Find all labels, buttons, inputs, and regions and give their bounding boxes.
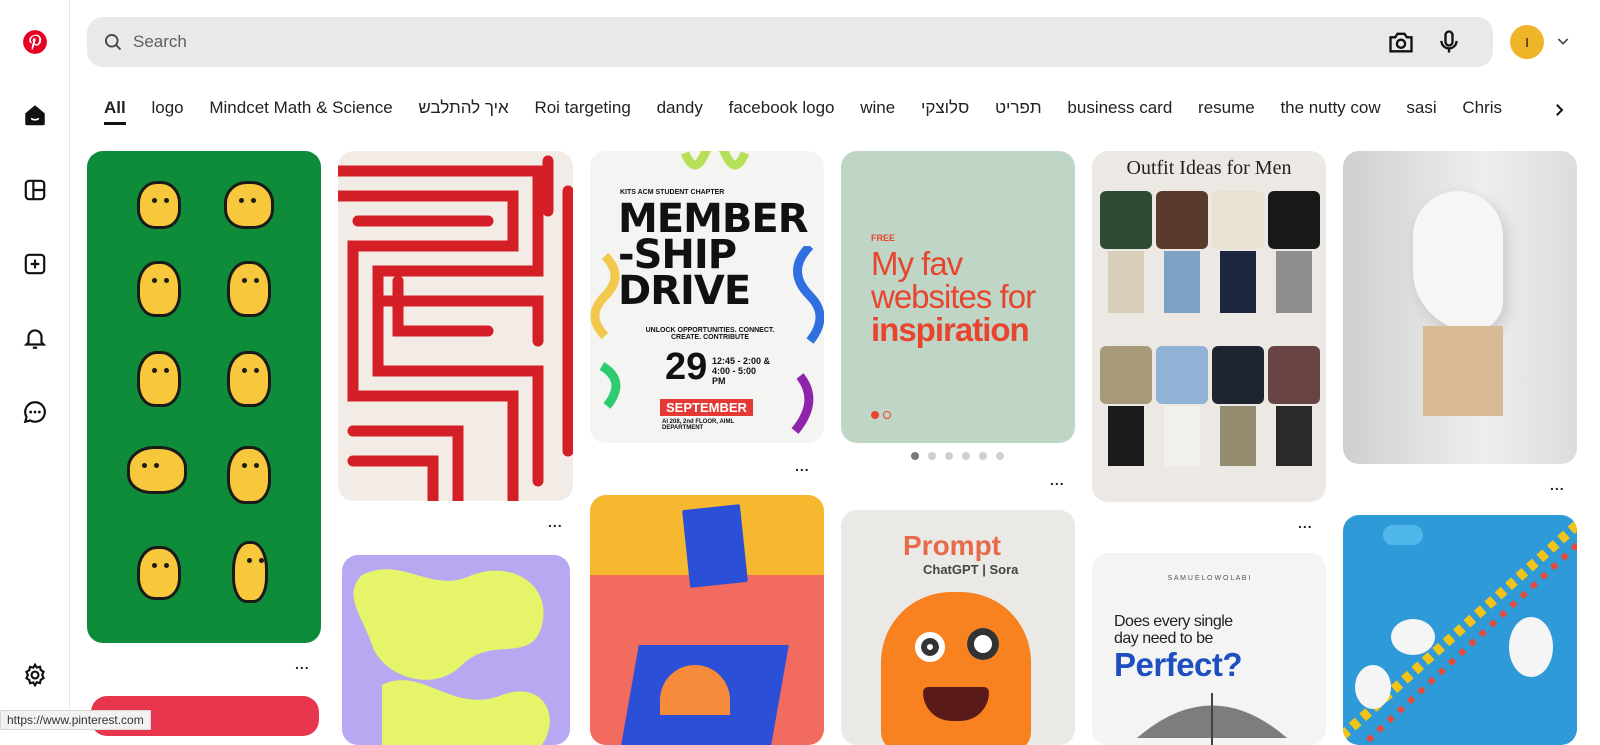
- visual-search-camera-icon[interactable]: [1387, 28, 1415, 61]
- decor-squiggles: [590, 151, 824, 181]
- pin-sticker-characters[interactable]: [87, 151, 321, 643]
- search-bar: [87, 17, 1493, 67]
- explore-icon[interactable]: [13, 168, 57, 212]
- sidebar: [0, 0, 70, 730]
- sticker-figure: [137, 261, 181, 317]
- orange-monster: [881, 592, 1031, 745]
- pin-outfit-ideas[interactable]: Outfit Ideas for Men: [1092, 151, 1326, 502]
- sticker-figure: [227, 351, 271, 407]
- membership-tagline: UNLOCK OPPORTUNITIES. CONNECT. CREATE. C…: [645, 327, 775, 341]
- home-icon[interactable]: [13, 93, 57, 137]
- chip[interactable]: איך להתלבש: [418, 92, 508, 124]
- pin-owl-sculpture[interactable]: [1343, 151, 1577, 464]
- pin-perfect-quote[interactable]: S A M U E L O W O L A B I Does every sin…: [1092, 553, 1326, 745]
- chip[interactable]: resume: [1198, 92, 1255, 124]
- decor-squiggles-left: [590, 252, 621, 409]
- chip[interactable]: Mindcet Math & Science: [209, 92, 392, 124]
- account-avatar[interactable]: I: [1510, 25, 1544, 59]
- status-bar-url: https://www.pinterest.com: [0, 710, 151, 730]
- chapter-label: KITS ACM STUDENT CHAPTER: [620, 189, 725, 196]
- pin-fav-websites[interactable]: FREE My fav websites for inspiration: [841, 151, 1075, 443]
- event-venue: AI 208, 2nd FLOOR, AIML DEPARTMENT: [662, 419, 735, 431]
- settings-gear-icon[interactable]: [13, 653, 57, 697]
- pin-more-options[interactable]: ...: [1550, 477, 1565, 493]
- pin-more-options[interactable]: ...: [795, 458, 810, 474]
- pinterest-logo-icon[interactable]: [13, 20, 57, 64]
- quote-text: Does every single day need to be Perfect…: [1114, 613, 1243, 683]
- event-day: 29: [665, 346, 708, 388]
- pin-swimming-ducks[interactable]: [1343, 515, 1577, 745]
- sticker-figure: [137, 546, 181, 600]
- event-month: SEPTEMBER: [660, 399, 753, 416]
- sticker-figure: [137, 351, 181, 407]
- sticker-figure: [227, 446, 271, 504]
- messages-icon[interactable]: [13, 390, 57, 434]
- chip[interactable]: תפריט: [995, 92, 1042, 124]
- wood-pedestal: [1423, 326, 1503, 416]
- notifications-bell-icon[interactable]: [13, 316, 57, 360]
- sticker-figure: [127, 446, 187, 494]
- pool-illustration: [1343, 521, 1577, 745]
- chevron-right-icon: [1556, 104, 1564, 116]
- chip[interactable]: facebook logo: [729, 92, 835, 124]
- prompt-subtitle: ChatGPT | Sora: [923, 562, 1019, 577]
- chip[interactable]: סלוצקי: [921, 92, 969, 124]
- free-label: FREE: [871, 233, 896, 243]
- chips-next-button[interactable]: [1544, 95, 1574, 125]
- chip[interactable]: logo: [151, 92, 183, 124]
- search-icon: [105, 34, 122, 51]
- pin-red-pattern[interactable]: [338, 151, 573, 501]
- decor-squiggles-right: [791, 246, 824, 434]
- event-time: 12:45 - 2:00 & 4:00 - 5:00 PM: [712, 356, 771, 386]
- chip[interactable]: sasi: [1406, 92, 1436, 124]
- websites-headline: My fav websites for inspiration: [871, 245, 1036, 348]
- carousel-dot-icon: [871, 411, 879, 419]
- voice-search-mic-icon[interactable]: [1435, 28, 1463, 61]
- carousel-dot-icon: [883, 411, 891, 419]
- chip[interactable]: the nutty cow: [1280, 92, 1380, 124]
- chip[interactable]: wine: [860, 92, 895, 124]
- search-input[interactable]: [133, 22, 1493, 62]
- red-line-pattern-art: [338, 155, 573, 501]
- sticker-figure: [232, 541, 268, 603]
- pin-abstract-blob[interactable]: [342, 555, 570, 745]
- owl-sculpture: [1413, 191, 1503, 331]
- sticker-figure: [227, 261, 271, 317]
- yellow-blob-art: [353, 569, 550, 745]
- book-cover: [682, 504, 748, 588]
- pin-membership-drive[interactable]: KITS ACM STUDENT CHAPTER MEMBER -SHIP DR…: [590, 151, 824, 443]
- topic-chips: All logo Mindcet Math & Science איך להתל…: [95, 92, 1555, 132]
- pin-more-options[interactable]: ...: [1298, 515, 1313, 531]
- prompt-title: Prompt: [903, 530, 1001, 561]
- pin-book-design[interactable]: [590, 495, 824, 745]
- pin-more-options[interactable]: ...: [548, 514, 563, 530]
- outfit-title: Outfit Ideas for Men: [1126, 157, 1292, 179]
- author-brand: S A M U E L O W O L A B I: [1167, 575, 1251, 582]
- create-icon[interactable]: [13, 242, 57, 286]
- carousel-indicator[interactable]: [911, 452, 1004, 460]
- pin-more-options[interactable]: ...: [295, 656, 310, 672]
- umbrella-illustration: [1137, 693, 1287, 745]
- sticker-figure: [224, 181, 274, 229]
- chevron-down-icon[interactable]: [1555, 33, 1571, 54]
- chip-all[interactable]: All: [104, 92, 126, 125]
- chip[interactable]: Chris: [1462, 92, 1502, 124]
- chip[interactable]: Roi targeting: [534, 92, 630, 124]
- pin-more-options[interactable]: ...: [1050, 472, 1065, 488]
- pin-prompt-monster[interactable]: Prompt ChatGPT | Sora: [841, 510, 1075, 745]
- sticker-figure: [137, 181, 181, 229]
- chip[interactable]: business card: [1067, 92, 1172, 124]
- chip[interactable]: dandy: [657, 92, 703, 124]
